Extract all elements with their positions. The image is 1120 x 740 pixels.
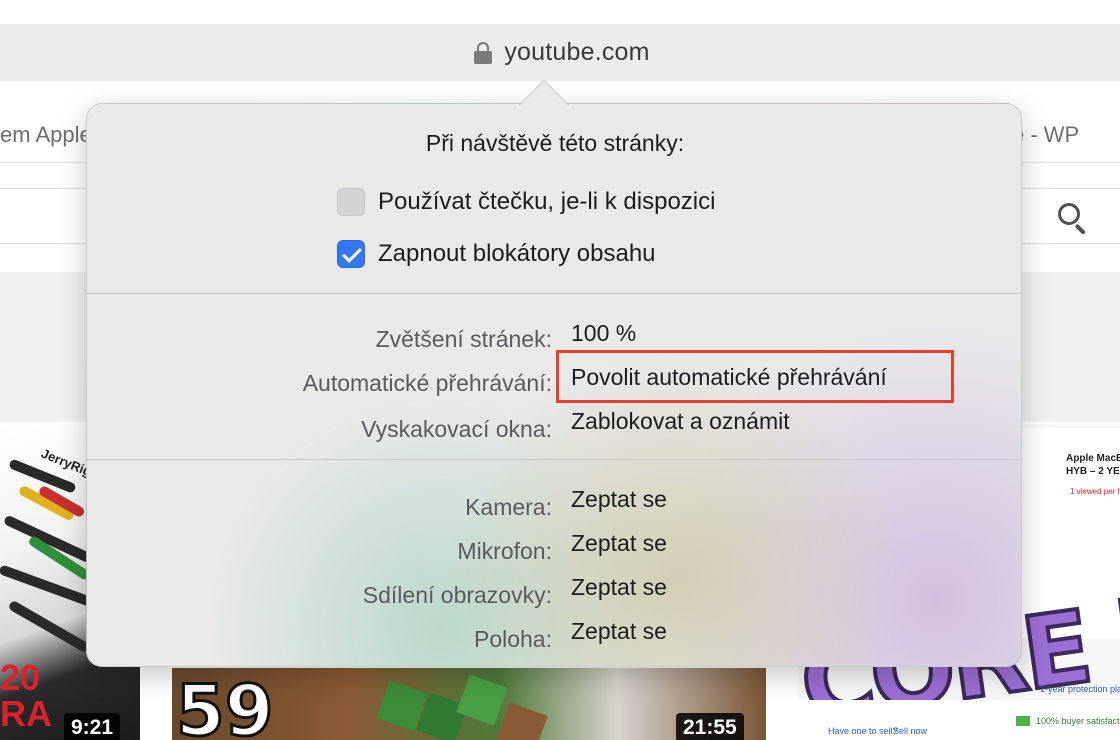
microphone-value[interactable]: Zeptat se bbox=[571, 530, 667, 557]
thumbnail-green-badge bbox=[1016, 716, 1030, 726]
thumbnail-overlay-text: 20 RA bbox=[0, 657, 52, 734]
location-value[interactable]: Zeptat se bbox=[571, 618, 667, 645]
reader-checkbox[interactable] bbox=[337, 188, 365, 216]
location-label: Poloha: bbox=[473, 626, 552, 652]
thumbnail-buyer-text: 100% buyer satisfactio bbox=[1036, 716, 1120, 726]
lock-icon[interactable] bbox=[474, 41, 493, 64]
content-blockers-option-label[interactable]: Zapnout blokátory obsahu bbox=[378, 240, 656, 268]
video-duration-badge: 9:21 bbox=[64, 713, 121, 740]
page-zoom-value[interactable]: 100 % bbox=[571, 320, 636, 347]
reader-option-label[interactable]: Používat čtečku, je-li k dispozici bbox=[378, 188, 715, 216]
popover-title: Při návštěvě této stránky: bbox=[425, 130, 685, 156]
favorite-item-left[interactable]: em Apple bbox=[0, 122, 92, 148]
auto-play-label: Automatické přehrávání: bbox=[302, 370, 552, 396]
microphone-label: Mikrofon: bbox=[457, 538, 552, 564]
thumbnail-ad-note: 1 viewed per hou bbox=[1070, 487, 1120, 496]
page-zoom-label: Zvětšení stránek: bbox=[375, 326, 552, 352]
popup-windows-label: Vyskakovací okna: bbox=[361, 416, 552, 442]
section-divider bbox=[87, 293, 1023, 294]
popover-arrow bbox=[518, 79, 570, 131]
reader-option-row[interactable]: Používat čtečku, je-li k dispozici bbox=[337, 188, 715, 216]
url-text: youtube.com bbox=[504, 38, 650, 66]
address-bar[interactable]: youtube.com bbox=[0, 24, 1120, 81]
address-field[interactable]: youtube.com bbox=[474, 38, 649, 67]
thumbnail-have-one-text: Have one to sell? bbox=[828, 726, 898, 736]
content-blockers-checkbox[interactable] bbox=[337, 240, 365, 268]
thumbnail-ad-title: Apple MacBo HYB – 2 YEAR bbox=[1066, 453, 1120, 477]
website-settings-popover: Při návštěvě této stránky: Používat čteč… bbox=[86, 79, 1023, 667]
window-titlebar bbox=[0, 0, 1120, 24]
thumbnail-overlay-number: 59 bbox=[174, 670, 274, 740]
section-divider bbox=[87, 459, 1023, 460]
thumbnail-protection-text: 1-year protection plan fr bbox=[1040, 684, 1120, 694]
annotation-highlight-box bbox=[556, 350, 954, 403]
screen-sharing-value[interactable]: Zeptat se bbox=[571, 574, 667, 601]
camera-label: Kamera: bbox=[465, 494, 552, 520]
video-duration-badge: 21:55 bbox=[676, 713, 744, 740]
screen-sharing-label: Sdílení obrazovky: bbox=[362, 582, 552, 608]
popup-windows-value[interactable]: Zablokovat a oznámit bbox=[571, 408, 790, 435]
camera-value[interactable]: Zeptat se bbox=[571, 486, 667, 513]
search-icon[interactable] bbox=[1056, 201, 1090, 235]
thumbnail-sell-now-text: Sell now bbox=[893, 726, 928, 736]
content-blockers-option-row[interactable]: Zapnout blokátory obsahu bbox=[337, 240, 656, 268]
